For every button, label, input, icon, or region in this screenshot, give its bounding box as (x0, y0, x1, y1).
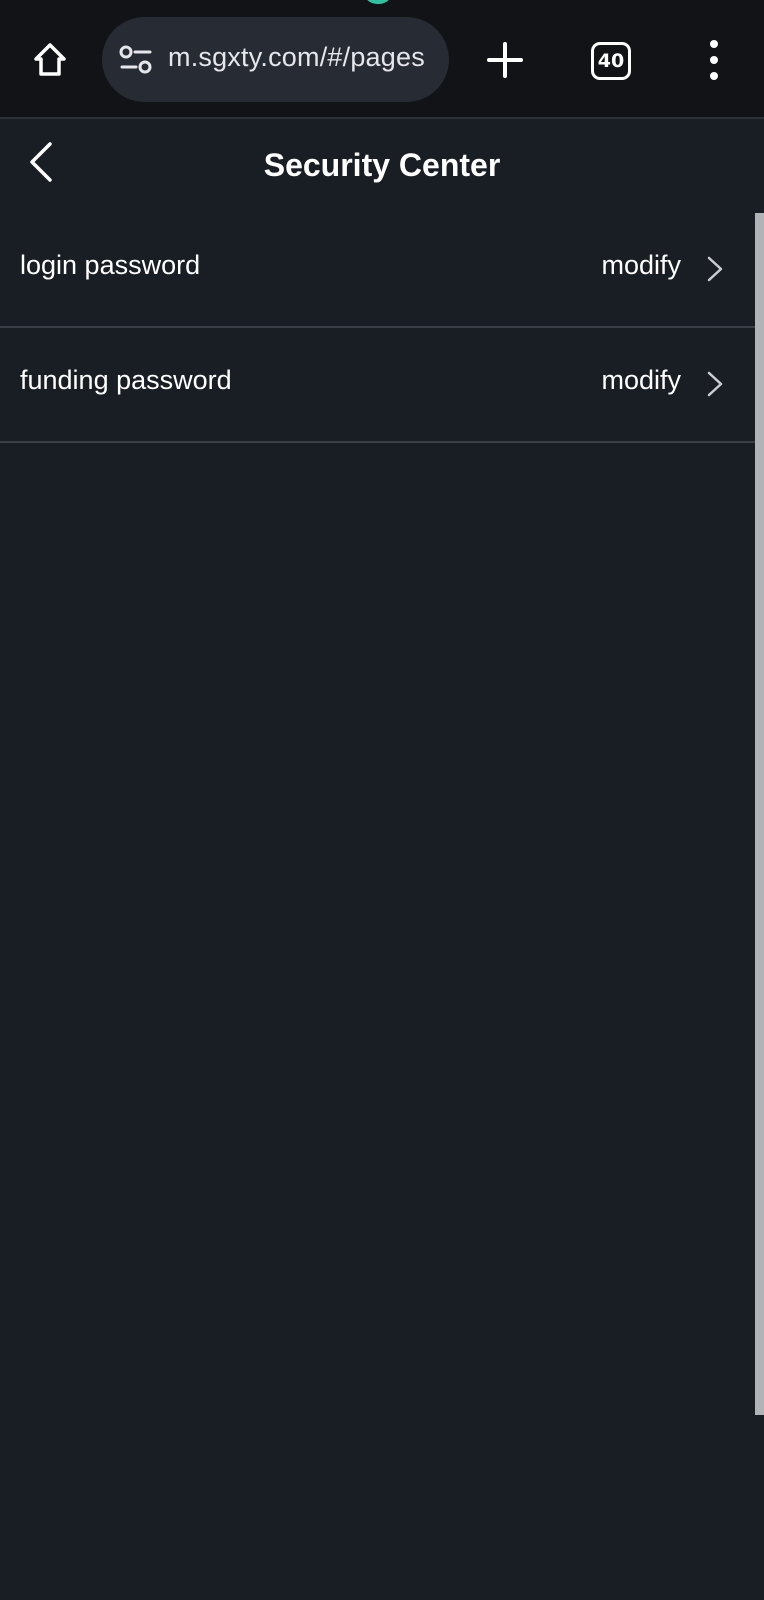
tune-icon[interactable] (119, 45, 153, 75)
chevron-right-icon (707, 256, 723, 282)
funding-password-row[interactable]: funding password modify (0, 328, 756, 443)
tab-count: 40 (597, 50, 625, 72)
url-text[interactable]: m.sgxty.com/#/pages (168, 42, 425, 73)
login-password-row[interactable]: login password modify (0, 213, 756, 328)
page-title: Security Center (263, 147, 501, 183)
row-label: funding password (20, 365, 232, 395)
scrollbar[interactable] (755, 213, 764, 1415)
status-indicator (363, 0, 393, 4)
tab-switcher-button[interactable]: 40 (591, 42, 631, 80)
more-vert-icon[interactable] (700, 40, 728, 80)
page-header: Security Center (0, 119, 764, 214)
address-bar[interactable]: m.sgxty.com/#/pages (102, 17, 449, 102)
row-label: login password (20, 250, 201, 280)
security-settings-list: login password modify funding password m… (0, 213, 756, 443)
home-button[interactable] (28, 38, 72, 82)
plus-icon[interactable] (485, 40, 525, 80)
home-icon (34, 43, 66, 76)
modify-link[interactable]: modify (601, 365, 681, 396)
chevron-right-icon (707, 371, 723, 397)
scrollbar-thumb[interactable] (755, 213, 764, 1415)
browser-toolbar: m.sgxty.com/#/pages 40 (0, 0, 764, 119)
modify-link[interactable]: modify (601, 250, 681, 281)
